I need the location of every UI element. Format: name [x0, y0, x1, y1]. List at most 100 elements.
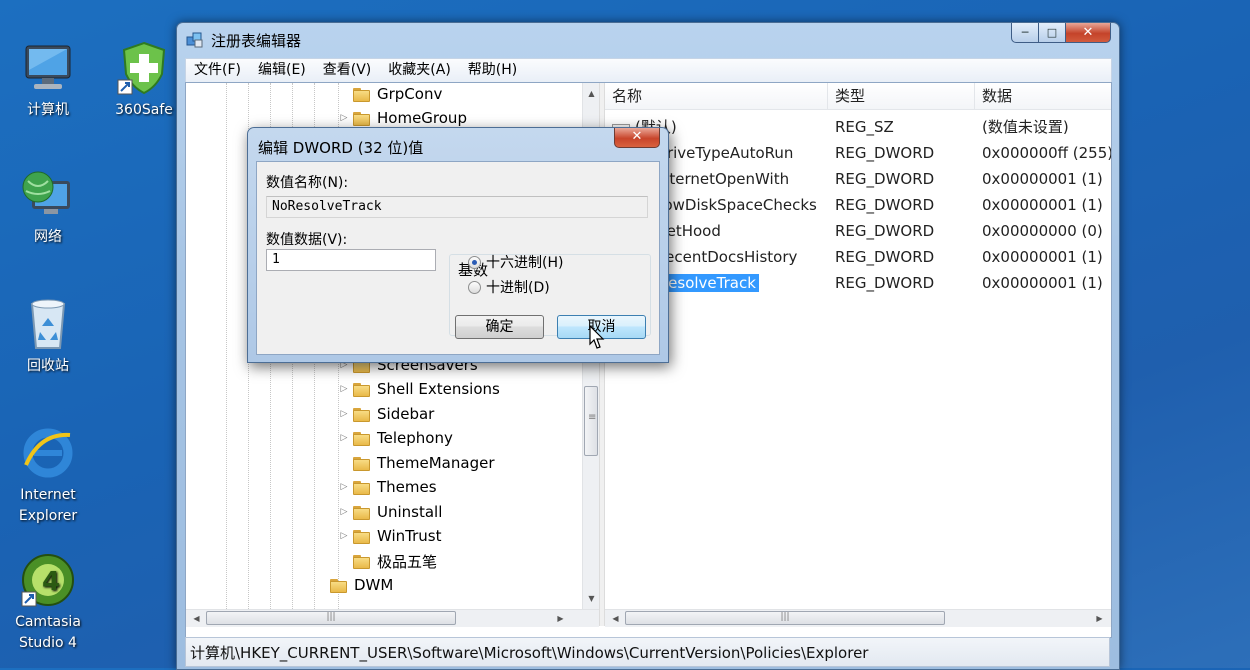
desktop-icon-label: 回收站 — [27, 358, 69, 374]
menu-file[interactable]: 文件(F) — [186, 59, 250, 82]
tree-item[interactable]: ▷ Themes — [338, 475, 437, 499]
scrollbar-thumb[interactable]: ||| — [625, 611, 945, 625]
tree-item[interactable]: ▷ Uninstall — [338, 500, 443, 524]
desktop-icon-label: 计算机 — [27, 102, 69, 118]
values-list: 名称 类型 数据 ab(默认) REG_SZ (数值未设置) 01NoDrive… — [605, 83, 1111, 609]
scrollbar-thumb[interactable]: ||| — [206, 611, 456, 625]
network-globe-icon — [20, 167, 76, 223]
radio-selected-icon — [468, 255, 481, 269]
folder-icon — [353, 505, 370, 520]
list-row[interactable]: 01NoRecentDocsHistory REG_DWORD 0x000000… — [605, 244, 1111, 270]
status-bar-path: 计算机\HKEY_CURRENT_USER\Software\Microsoft… — [185, 637, 1110, 667]
tree-item-label: HomeGroup — [377, 109, 467, 127]
tree-item-label: DWM — [354, 576, 394, 594]
expand-arrow-icon[interactable]: ▷ — [338, 507, 350, 517]
regedit-app-icon — [186, 31, 204, 49]
tree-item-label: GrpConv — [377, 85, 443, 103]
list-row[interactable]: 01NoLowDiskSpaceChecks REG_DWORD 0x00000… — [605, 192, 1111, 218]
menu-bar: 文件(F) 编辑(E) 查看(V) 收藏夹(A) 帮助(H) — [185, 58, 1112, 83]
tree-item[interactable]: GrpConv — [338, 83, 442, 106]
list-header: 名称 类型 数据 — [605, 83, 1111, 110]
value-type: REG_DWORD — [835, 144, 935, 162]
list-row[interactable]: 01NoDriveTypeAutoRun REG_DWORD 0x000000f… — [605, 140, 1111, 166]
expand-arrow-icon[interactable]: ▷ — [338, 384, 350, 394]
expand-arrow-icon[interactable]: ▷ — [338, 531, 350, 541]
tree-item-label: ThemeManager — [377, 454, 495, 472]
desktop-icon-camtasia[interactable]: 4 Camtasia Studio 4 — [3, 552, 93, 654]
recycle-bin-icon — [20, 296, 76, 352]
maximize-button[interactable]: □ — [1039, 23, 1066, 43]
scroll-down-arrow-icon[interactable]: ▼ — [583, 590, 599, 607]
tree-item[interactable]: ▷ Telephony — [338, 426, 453, 450]
desktop-icon-recycle-bin[interactable]: 回收站 — [3, 296, 93, 377]
column-header-name[interactable]: 名称 — [605, 83, 828, 109]
menu-favorites[interactable]: 收藏夹(A) — [380, 59, 460, 82]
tree-item-label: Themes — [377, 478, 437, 496]
tree-horizontal-scrollbar[interactable]: ◀ ||| ▶ — [186, 609, 599, 627]
minimize-button[interactable]: ─ — [1011, 23, 1039, 43]
svg-text:4: 4 — [42, 567, 60, 597]
value-data: 0x00000001 (1) — [982, 170, 1103, 188]
radio-decimal[interactable]: 十进制(D) — [468, 277, 550, 297]
value-name-label: 数值名称(N): — [266, 175, 349, 191]
value-type: REG_SZ — [835, 118, 894, 136]
ok-button[interactable]: 确定 — [455, 315, 544, 339]
folder-icon — [353, 456, 370, 471]
list-row[interactable]: 01NoInternetOpenWith REG_DWORD 0x0000000… — [605, 166, 1111, 192]
desktop-icon-label: Internet Explorer — [18, 487, 78, 524]
scroll-right-arrow-icon[interactable]: ▶ — [552, 610, 569, 627]
value-data: 0x00000001 (1) — [982, 248, 1103, 266]
expand-arrow-icon[interactable]: ▷ — [338, 409, 350, 419]
column-header-data[interactable]: 数据 — [975, 83, 1111, 109]
radio-dec-label: 十进制(D) — [486, 280, 550, 296]
dialog-title: 编辑 DWORD (32 位)值 — [258, 139, 424, 157]
desktop-icon-internet-explorer[interactable]: Internet Explorer — [3, 425, 93, 527]
tree-item[interactable]: ▷ WinTrust — [338, 524, 442, 548]
folder-icon — [353, 407, 370, 422]
value-type: REG_DWORD — [835, 274, 935, 292]
expand-arrow-icon[interactable]: ▷ — [338, 113, 350, 123]
tree-item[interactable]: 极品五笔 — [338, 549, 437, 573]
shield-plus-icon — [116, 40, 172, 96]
list-row[interactable]: 01NoNetHood REG_DWORD 0x00000000 (0) — [605, 218, 1111, 244]
list-row-selected[interactable]: 01NoResolveTrack REG_DWORD 0x00000001 (1… — [605, 270, 1111, 296]
scrollbar-thumb[interactable] — [584, 386, 598, 456]
scroll-left-arrow-icon[interactable]: ◀ — [188, 610, 205, 627]
scroll-right-arrow-icon[interactable]: ▶ — [1091, 610, 1108, 627]
tree-item[interactable]: ThemeManager — [338, 451, 495, 475]
scroll-up-arrow-icon[interactable]: ▲ — [583, 85, 599, 102]
mouse-pointer-icon — [589, 324, 605, 351]
column-header-type[interactable]: 类型 — [828, 83, 975, 109]
value-data: (数值未设置) — [982, 118, 1069, 136]
title-bar[interactable]: 注册表编辑器 ─ □ ✕ — [177, 23, 1119, 57]
tree-guide-line — [226, 83, 227, 609]
scroll-left-arrow-icon[interactable]: ◀ — [607, 610, 624, 627]
expand-arrow-icon[interactable]: ▷ — [338, 433, 350, 443]
expand-arrow-icon[interactable]: ▷ — [338, 482, 350, 492]
desktop-icon-network[interactable]: 网络 — [3, 167, 93, 248]
value-data: 0x00000001 (1) — [982, 196, 1103, 214]
tree-item[interactable]: DWM — [315, 573, 393, 597]
value-type: REG_DWORD — [835, 248, 935, 266]
tree-item-label: 极品五笔 — [377, 552, 438, 571]
menu-edit[interactable]: 编辑(E) — [250, 59, 315, 82]
close-button[interactable]: ✕ — [1066, 23, 1111, 43]
tree-item[interactable]: ▷ Shell Extensions — [338, 377, 500, 401]
dialog-close-button[interactable]: ✕ — [614, 128, 660, 148]
folder-icon — [353, 554, 370, 569]
menu-help[interactable]: 帮助(H) — [460, 59, 526, 82]
value-data: 0x00000000 (0) — [982, 222, 1103, 240]
list-horizontal-scrollbar[interactable]: ◀ ||| ▶ — [605, 609, 1111, 627]
list-row[interactable]: ab(默认) REG_SZ (数值未设置) — [605, 114, 1111, 140]
radio-hexadecimal[interactable]: 十六进制(H) — [468, 252, 563, 272]
tree-item[interactable]: ▷ Sidebar — [338, 402, 435, 426]
value-name-field[interactable]: NoResolveTrack — [266, 196, 648, 218]
camtasia-icon: 4 — [20, 552, 76, 608]
folder-icon — [353, 111, 370, 126]
desktop-icon-computer[interactable]: 计算机 — [3, 40, 93, 121]
radio-hex-label: 十六进制(H) — [486, 255, 564, 271]
value-data-field[interactable]: 1 — [266, 249, 436, 271]
menu-view[interactable]: 查看(V) — [315, 59, 381, 82]
tree-item-label: Telephony — [377, 429, 453, 447]
folder-icon — [353, 87, 370, 102]
